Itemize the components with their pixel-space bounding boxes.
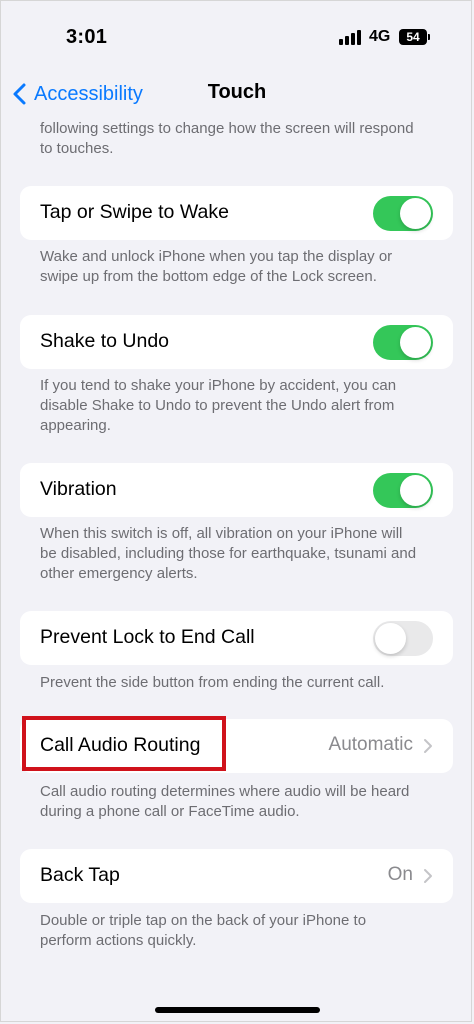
- navigation-bar: Accessibility Touch: [0, 72, 474, 116]
- setting-row-prevent-lock-to-end-call: Prevent Lock to End Call: [20, 611, 453, 665]
- cellular-signal-icon: [339, 29, 363, 45]
- setting-value: On: [387, 864, 413, 885]
- battery-level: 54: [406, 30, 420, 44]
- setting-row-tap-to-wake: Tap or Swipe to Wake: [20, 186, 453, 240]
- vibration-toggle[interactable]: [373, 473, 433, 508]
- intro-description: following settings to change how the scr…: [40, 120, 414, 157]
- toggle-knob: [400, 327, 431, 358]
- toggle-knob: [400, 198, 431, 229]
- prevent-lock-toggle[interactable]: [373, 621, 433, 656]
- setting-row-shake-to-undo: Shake to Undo: [20, 315, 453, 369]
- setting-description: Call audio routing determines where audi…: [40, 783, 410, 820]
- highlight-annotation: [22, 716, 226, 771]
- setting-row-vibration: Vibration: [20, 463, 453, 517]
- setting-label: Vibration: [40, 478, 117, 500]
- setting-description: If you tend to shake your iPhone by acci…: [40, 377, 397, 434]
- status-bar: 3:01 4G 54: [0, 0, 474, 70]
- setting-description: Double or triple tap on the back of your…: [40, 912, 367, 949]
- status-time: 3:01: [66, 26, 108, 48]
- battery-icon: 54: [399, 29, 430, 45]
- shake-to-undo-toggle[interactable]: [373, 325, 433, 360]
- network-type: 4G: [369, 28, 391, 45]
- setting-value: Automatic: [328, 734, 413, 755]
- setting-label: Tap or Swipe to Wake: [40, 201, 229, 223]
- chevron-right-icon: [424, 739, 432, 753]
- setting-description: Wake and unlock iPhone when you tap the …: [40, 248, 393, 285]
- setting-description: When this switch is off, all vibration o…: [40, 525, 417, 582]
- setting-label: Back Tap: [40, 864, 120, 886]
- setting-label: Shake to Undo: [40, 330, 170, 352]
- toggle-knob: [375, 623, 406, 654]
- chevron-right-icon: [424, 869, 432, 883]
- home-indicator[interactable]: [155, 1007, 320, 1013]
- page-title: Touch: [207, 81, 267, 103]
- setting-label: Prevent Lock to End Call: [40, 626, 255, 648]
- tap-to-wake-toggle[interactable]: [373, 196, 433, 231]
- setting-row-back-tap[interactable]: Back Tap On: [20, 849, 453, 903]
- toggle-knob: [400, 475, 431, 506]
- setting-description: Prevent the side button from ending the …: [40, 674, 385, 691]
